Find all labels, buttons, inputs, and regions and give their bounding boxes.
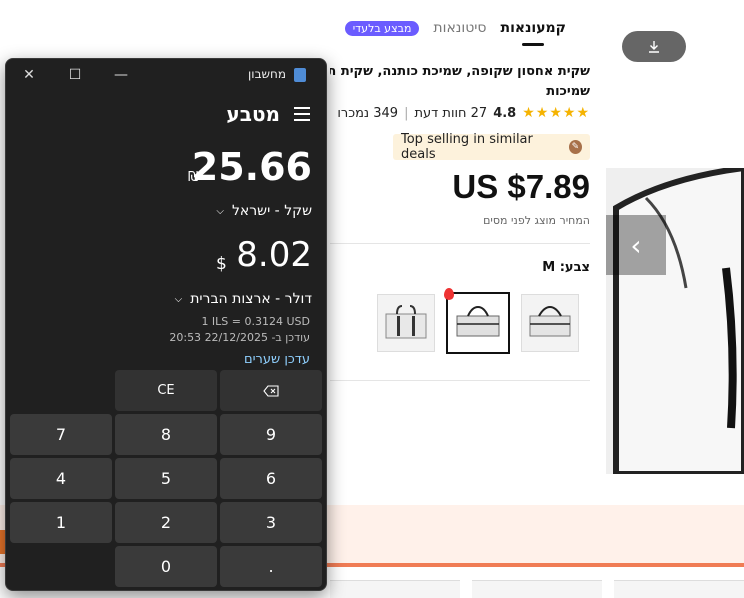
digit-1-button[interactable]: 1: [10, 502, 112, 543]
output-currency-label: דולר - ארצות הברית: [190, 291, 312, 307]
color-option-2-selected[interactable]: [446, 292, 510, 354]
bag-thumbnail-icon: [385, 305, 427, 339]
clear-entry-button[interactable]: CE: [115, 370, 217, 411]
rating-value: 4.8: [493, 105, 517, 121]
hamburger-icon: [294, 113, 310, 115]
digit-3-button[interactable]: 3: [220, 502, 322, 543]
color-option-1[interactable]: [377, 294, 435, 352]
calculator-app-icon: [294, 68, 306, 82]
close-icon: ✕: [23, 67, 35, 83]
maximize-icon: ☐: [68, 67, 82, 83]
chevron-down-icon: ⌵: [216, 205, 224, 217]
decimal-point-button[interactable]: .: [220, 546, 322, 587]
hamburger-icon: [294, 119, 310, 121]
chevron-left-icon: ‹: [630, 228, 642, 262]
review-count[interactable]: 27 חוות דעת: [414, 106, 487, 121]
digit-5-button[interactable]: 5: [115, 458, 217, 499]
download-icon: [649, 40, 659, 53]
product-card[interactable]: [330, 580, 460, 598]
digit-2-button[interactable]: 2: [115, 502, 217, 543]
divider: [330, 380, 590, 381]
input-value[interactable]: 25.66: [192, 145, 312, 189]
update-rates-link[interactable]: עדכן שערים: [244, 352, 310, 367]
input-currency-label: שקל - ישראל: [231, 203, 312, 219]
gallery-prev-button[interactable]: ‹: [606, 215, 666, 275]
exclusive-deal-badge: מבצע בלעדי: [344, 20, 420, 36]
top-selling-text: Top selling in similar deals: [401, 132, 533, 162]
sold-count: 349 נמכרו: [337, 105, 399, 121]
currency-symbol-output: $: [216, 254, 227, 274]
download-button[interactable]: [622, 31, 686, 62]
hamburger-icon: [294, 107, 310, 109]
digit-7-button[interactable]: 7: [10, 414, 112, 455]
product-title-line2: שמיכות: [546, 84, 590, 99]
digit-4-button[interactable]: 4: [10, 458, 112, 499]
input-currency-select[interactable]: שקל - ישראל ⌵: [216, 203, 312, 219]
output-currency-select[interactable]: דולר - ארצות הברית ⌵: [175, 291, 312, 307]
divider: [330, 243, 590, 244]
title-bar[interactable]: ✕ ☐ — מחשבון: [6, 59, 326, 91]
output-value[interactable]: 8.02: [236, 235, 312, 275]
calculator-window: ✕ ☐ — מחשבון מטבע 25.66 ₪ שקל - ישראל ⌵ …: [5, 58, 327, 591]
bag-image-icon: [606, 168, 744, 474]
maximize-button[interactable]: ☐: [52, 59, 98, 91]
product-card[interactable]: [472, 580, 602, 598]
screen: קמעונאות סיטונאות מבצע בלעדי שקית אחסון …: [0, 0, 744, 598]
bag-thumbnail-icon: [529, 305, 571, 337]
medal-icon: ✎: [568, 140, 582, 154]
color-option-3[interactable]: [521, 294, 579, 352]
tab-wholesale[interactable]: סיטונאות: [433, 20, 486, 36]
hot-fire-icon: [444, 288, 454, 300]
minimize-icon: —: [114, 67, 128, 83]
tab-retail[interactable]: קמעונאות: [501, 20, 566, 36]
page-tabs: קמעונאות סיטונאות מבצע בלעדי: [344, 20, 566, 36]
menu-button[interactable]: [294, 107, 310, 121]
backspace-icon: [263, 384, 279, 397]
divider: |: [404, 105, 409, 121]
chevron-down-icon: ⌵: [174, 293, 183, 305]
product-title: שקית אחסון שקופה, שמיכת כותנה, שקית תנוע…: [330, 62, 590, 102]
digit-8-button[interactable]: 8: [115, 414, 217, 455]
currency-symbol-input: ₪: [188, 170, 199, 185]
product-title-line1: שקית אחסון שקופה, שמיכת כותנה, שקית תנוע…: [330, 64, 590, 79]
top-selling-badge: Top selling in similar deals ✎: [393, 132, 590, 162]
digit-0-button[interactable]: 0: [115, 546, 217, 587]
rate-updated-time: עודכן ב- 22/12/2025 20:53: [169, 331, 310, 344]
product-image[interactable]: [606, 168, 744, 474]
minimize-button[interactable]: —: [98, 59, 144, 91]
product-card[interactable]: [614, 580, 744, 598]
color-label: צבע: M: [542, 260, 590, 275]
price-note: המחיר מוצג לפני מסים: [483, 214, 590, 227]
app-title: מחשבון: [248, 67, 286, 81]
exchange-rate: 1 ILS = 0.3124 USD: [201, 315, 310, 328]
product-price: US $7.89: [452, 168, 590, 205]
backspace-button[interactable]: [220, 370, 322, 411]
rating-stars-icon: ★★★★★: [522, 105, 590, 121]
close-button[interactable]: ✕: [6, 59, 52, 91]
digit-9-button[interactable]: 9: [220, 414, 322, 455]
bag-thumbnail-icon: [456, 305, 500, 337]
digit-6-button[interactable]: 6: [220, 458, 322, 499]
rating-row: ★★★★★ 4.8 27 חוות דעת | 349 נמכרו: [330, 105, 590, 121]
mode-title: מטבע: [226, 102, 280, 126]
